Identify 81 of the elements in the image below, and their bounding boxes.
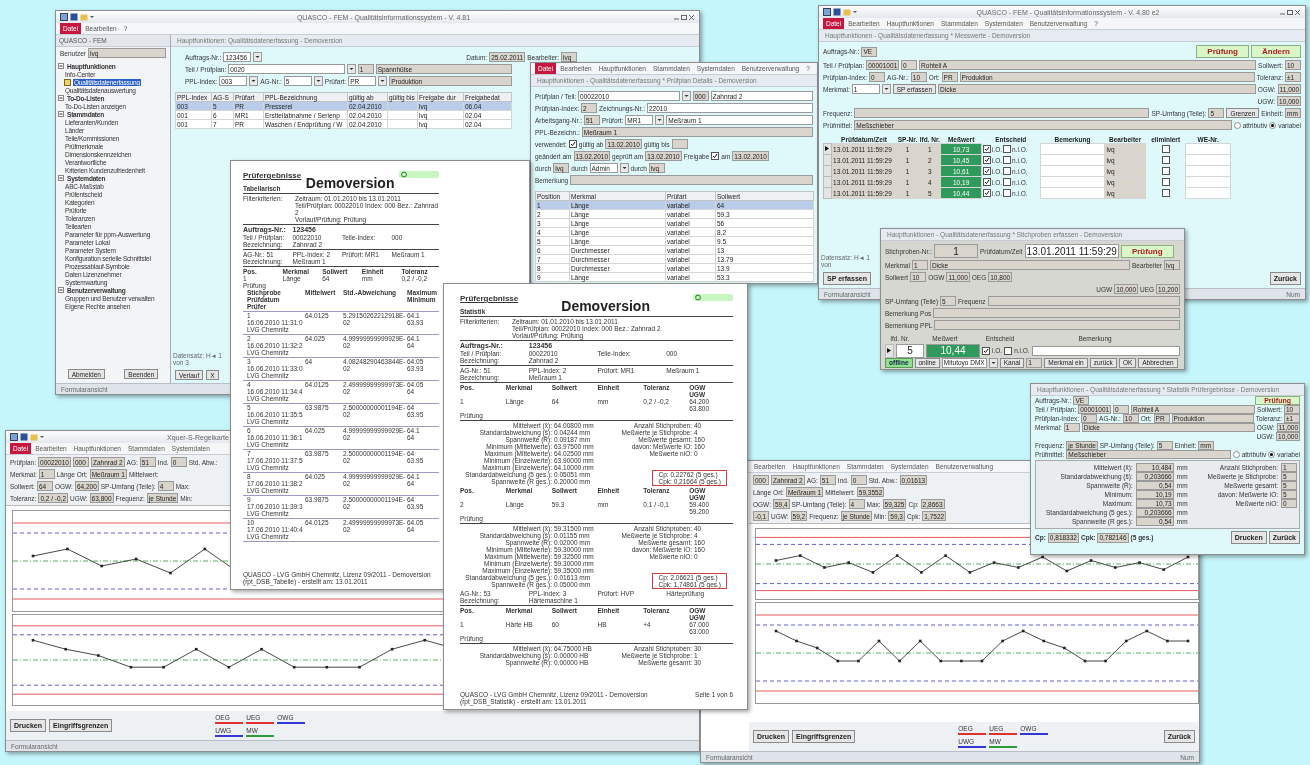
logo-icon: [399, 171, 439, 178]
checkbox[interactable]: [1161, 144, 1170, 153]
report-title: Prüfergebnisse: [460, 294, 519, 303]
collapse-icon[interactable]: [58, 95, 64, 101]
mode-label: Prüfung: [1120, 244, 1174, 258]
input-field[interactable]: [671, 139, 688, 149]
checkbox[interactable]: [1003, 178, 1011, 186]
report-watermark: Demoversion: [561, 298, 650, 314]
logo-icon: [693, 294, 733, 301]
window-controls-icon[interactable]: [1279, 8, 1301, 16]
mode-label: Ändern: [1251, 45, 1301, 58]
pointer-icon: [824, 145, 830, 152]
caret-icon[interactable]: [881, 84, 891, 94]
toolbar-icons[interactable]: [823, 8, 857, 16]
mode-label: Prüfung: [1196, 45, 1249, 58]
caret-icon[interactable]: [249, 76, 259, 86]
row-selector[interactable]: [885, 343, 894, 358]
checkbox[interactable]: [982, 145, 991, 153]
caret-icon[interactable]: [253, 52, 263, 62]
checkbox[interactable]: [1003, 156, 1011, 164]
table-cell: [1185, 143, 1231, 155]
checkbox[interactable]: [1004, 346, 1013, 355]
caret-icon[interactable]: [346, 64, 356, 74]
form-icon: [64, 78, 71, 86]
input-field[interactable]: [987, 296, 1180, 306]
input-field[interactable]: [933, 308, 1180, 318]
radio-button[interactable]: [1233, 121, 1241, 129]
radio-button[interactable]: [1269, 121, 1277, 129]
table-cell: [1040, 143, 1105, 155]
input-field[interactable]: 13.01.2011 11:59:29: [1024, 244, 1119, 258]
radio-button[interactable]: [1268, 451, 1276, 458]
input-field[interactable]: 5: [896, 343, 924, 358]
checkbox[interactable]: [1161, 188, 1170, 197]
checkbox[interactable]: [1003, 145, 1011, 153]
table-cell: [1185, 154, 1231, 166]
checkbox[interactable]: [982, 178, 991, 186]
caret-icon[interactable]: [655, 115, 665, 125]
checkbox[interactable]: [1161, 166, 1170, 175]
caret-icon[interactable]: [681, 91, 691, 101]
window-controls-icon[interactable]: [673, 13, 695, 21]
input-field[interactable]: [934, 320, 1180, 330]
table-cell: [387, 110, 418, 120]
table-cell: [1040, 165, 1105, 177]
caret-icon[interactable]: [988, 357, 998, 368]
toolbar-icons[interactable]: [10, 433, 44, 441]
checkbox[interactable]: [1161, 155, 1170, 164]
collapse-icon[interactable]: [58, 63, 64, 69]
caret-icon[interactable]: [619, 163, 629, 173]
pointer-icon: [886, 347, 892, 354]
table-cell: [1185, 176, 1231, 188]
toolbar-icons[interactable]: [60, 13, 94, 21]
radio-button[interactable]: [1232, 451, 1240, 458]
measured-value[interactable]: 10,44: [926, 343, 980, 358]
checkbox[interactable]: [1161, 177, 1170, 186]
checkbox[interactable]: [982, 189, 991, 197]
table-cell: [1040, 187, 1105, 199]
table-cell: [387, 119, 418, 129]
caret-icon[interactable]: [378, 76, 388, 86]
input-field[interactable]: [570, 175, 813, 185]
checkbox[interactable]: [982, 167, 991, 175]
table-cell: [1040, 154, 1105, 166]
table-cell: [1185, 165, 1231, 177]
collapse-icon[interactable]: [58, 287, 64, 293]
caret-icon[interactable]: [313, 76, 323, 86]
input-field[interactable]: 1: [933, 244, 978, 258]
checkbox[interactable]: [982, 346, 990, 355]
checkbox[interactable]: [1003, 167, 1011, 175]
input-field[interactable]: [1031, 345, 1180, 356]
report-title: Prüfergebnisse: [243, 171, 302, 180]
report-watermark: Demoversion: [305, 175, 395, 191]
checkbox[interactable]: [711, 152, 720, 160]
input-field[interactable]: [854, 108, 1150, 118]
checkbox[interactable]: [1003, 189, 1011, 197]
table-cell: [387, 101, 418, 111]
table-cell: [1040, 176, 1105, 188]
checkbox[interactable]: [568, 140, 577, 148]
table-cell: [1185, 187, 1231, 199]
collapse-icon[interactable]: [58, 175, 64, 181]
collapse-icon[interactable]: [58, 111, 64, 117]
row-selector[interactable]: [823, 143, 832, 155]
checkbox[interactable]: [982, 156, 991, 164]
